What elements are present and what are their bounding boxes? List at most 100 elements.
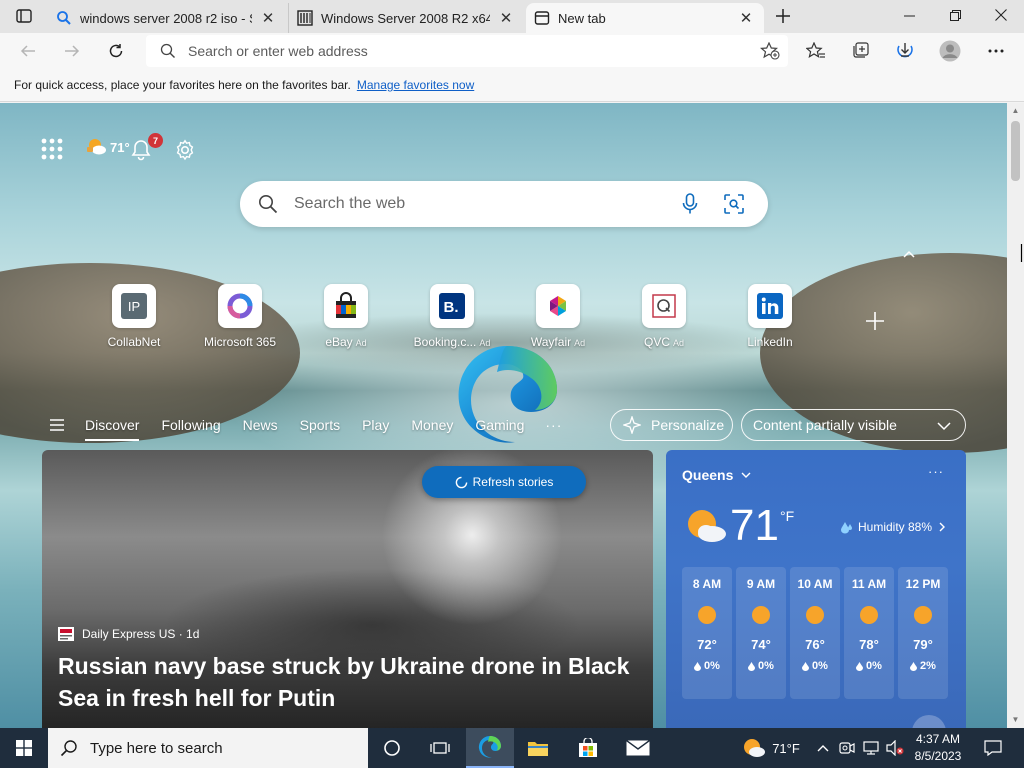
page-scrollbar[interactable]: ▲ ▼ bbox=[1007, 103, 1024, 728]
collections-button[interactable] bbox=[844, 37, 876, 65]
restore-button[interactable] bbox=[932, 0, 978, 30]
scroll-down-arrow-icon[interactable]: ▼ bbox=[1011, 715, 1020, 725]
start-button[interactable] bbox=[0, 728, 48, 768]
microsoft-store-button[interactable] bbox=[564, 728, 612, 768]
taskbar-search-input[interactable] bbox=[90, 739, 368, 757]
refresh-button[interactable] bbox=[102, 37, 130, 65]
meet-now-button[interactable] bbox=[836, 728, 858, 768]
close-tab-icon[interactable]: ✕ bbox=[736, 8, 756, 28]
add-favorite-button[interactable] bbox=[752, 37, 788, 65]
downloads-button[interactable] bbox=[889, 37, 921, 65]
cortana-button[interactable] bbox=[368, 728, 416, 768]
new-tab-button[interactable] bbox=[770, 4, 796, 28]
feed-tab-money[interactable]: Money bbox=[411, 417, 453, 433]
scroll-up-arrow-icon[interactable]: ▲ bbox=[1011, 106, 1020, 116]
voice-search-button[interactable] bbox=[668, 184, 712, 224]
weather-location-selector[interactable]: Queens bbox=[682, 467, 751, 483]
weather-mini-button[interactable]: 71° bbox=[86, 137, 130, 157]
feed-tab-news[interactable]: News bbox=[243, 417, 278, 433]
settings-and-more-button[interactable] bbox=[980, 37, 1012, 65]
favorites-button[interactable] bbox=[800, 37, 832, 65]
taskbar-edge-button[interactable] bbox=[466, 728, 514, 768]
forward-button[interactable] bbox=[58, 37, 86, 65]
sunny-icon bbox=[698, 606, 716, 624]
feed-more-button[interactable]: ··· bbox=[545, 417, 562, 433]
app-launcher-icon[interactable] bbox=[40, 137, 64, 161]
chevron-up-icon bbox=[817, 745, 829, 752]
microphone-icon bbox=[682, 193, 698, 214]
page-settings-gear-icon[interactable] bbox=[174, 139, 196, 161]
web-search-box[interactable] bbox=[240, 181, 768, 227]
collections-icon bbox=[853, 42, 869, 58]
hourly-forecast-item: 8 AM 72° 0% bbox=[682, 567, 732, 699]
weather-scroll-button[interactable] bbox=[912, 715, 946, 728]
weather-card[interactable]: Queens ··· 71 °F Humidity 88% 8 AM 72° 0… bbox=[666, 450, 966, 728]
quick-link-qvc[interactable]: QVC Ad bbox=[614, 284, 714, 349]
show-hidden-icons-button[interactable] bbox=[812, 728, 834, 768]
taskbar-search-box[interactable] bbox=[48, 728, 368, 768]
quick-link-label: LinkedIn bbox=[747, 335, 793, 349]
weather-more-button[interactable]: ··· bbox=[928, 464, 944, 479]
refresh-stories-label: Refresh stories bbox=[472, 475, 554, 489]
download-icon bbox=[897, 43, 913, 58]
ad-badge: Ad bbox=[574, 338, 586, 348]
refresh-icon bbox=[109, 44, 123, 58]
quick-link-collabnet[interactable]: IP CollabNet bbox=[84, 284, 184, 349]
taskbar-clock[interactable]: 4:37 AM 8/5/2023 bbox=[908, 731, 968, 765]
add-site-plus-icon[interactable] bbox=[864, 310, 886, 332]
quick-link-booking[interactable]: B. Booking.c... Ad bbox=[402, 284, 502, 349]
file-explorer-button[interactable] bbox=[514, 728, 562, 768]
task-view-icon bbox=[430, 742, 450, 754]
profile-button[interactable] bbox=[934, 37, 966, 65]
news-headline[interactable]: Russian navy base struck by Ukraine dron… bbox=[58, 650, 638, 714]
manage-favorites-link[interactable]: Manage favorites now bbox=[357, 78, 474, 92]
visual-search-button[interactable] bbox=[712, 184, 756, 224]
address-bar[interactable] bbox=[146, 35, 788, 67]
feed-tab-gaming[interactable]: Gaming bbox=[475, 417, 524, 433]
tab-actions-button[interactable] bbox=[8, 4, 40, 28]
search-icon bbox=[259, 195, 278, 214]
feed-menu-button[interactable] bbox=[40, 408, 74, 442]
humidity-link[interactable]: Humidity 88% bbox=[841, 520, 946, 534]
forecast-time: 9 AM bbox=[746, 577, 776, 591]
quick-link-wayfair[interactable]: Wayfair Ad bbox=[508, 284, 608, 349]
forecast-time: 12 PM bbox=[905, 577, 941, 591]
web-search-input[interactable] bbox=[294, 195, 668, 213]
network-button[interactable] bbox=[860, 728, 882, 768]
address-input[interactable] bbox=[188, 43, 752, 59]
feed-tab-sports[interactable]: Sports bbox=[300, 417, 340, 433]
quick-link-linkedin[interactable]: LinkedIn bbox=[720, 284, 820, 349]
quick-link-label: eBay bbox=[325, 335, 353, 349]
forecast-precip-value: 2% bbox=[920, 660, 936, 672]
close-tab-icon[interactable]: ✕ bbox=[258, 8, 278, 28]
news-source: Daily Express US · 1d bbox=[58, 627, 199, 641]
close-window-button[interactable] bbox=[978, 0, 1024, 30]
feed-tab-play[interactable]: Play bbox=[362, 417, 389, 433]
forecast-precip: 0% bbox=[802, 660, 828, 672]
task-view-button[interactable] bbox=[416, 728, 464, 768]
tab-search-results[interactable]: windows server 2008 r2 iso - Sea ✕ bbox=[48, 3, 286, 33]
feed-tab-following[interactable]: Following bbox=[161, 417, 220, 433]
scrollbar-thumb[interactable] bbox=[1011, 121, 1020, 181]
mail-button[interactable] bbox=[614, 728, 662, 768]
chevron-down-icon bbox=[741, 472, 751, 478]
feed-tab-discover[interactable]: Discover bbox=[85, 417, 140, 441]
minimize-button[interactable] bbox=[886, 0, 932, 30]
quick-link-ebay[interactable]: eBay Ad bbox=[296, 284, 396, 349]
content-visibility-dropdown[interactable]: Content partially visible bbox=[741, 409, 966, 441]
back-button[interactable] bbox=[14, 37, 42, 65]
close-tab-icon[interactable]: ✕ bbox=[496, 8, 516, 28]
taskbar-weather[interactable]: 71°F bbox=[738, 728, 804, 768]
more-dots-icon bbox=[988, 49, 1004, 53]
quick-link-microsoft-365[interactable]: Microsoft 365 bbox=[190, 284, 290, 349]
action-center-button[interactable] bbox=[978, 728, 1008, 768]
refresh-stories-button[interactable]: Refresh stories bbox=[422, 466, 586, 498]
forecast-temp: 72° bbox=[697, 637, 717, 652]
personalize-button[interactable]: Personalize bbox=[610, 409, 733, 441]
tab-iso-download[interactable]: Windows Server 2008 R2 x64.iso ✕ bbox=[288, 3, 524, 33]
volume-button[interactable] bbox=[884, 728, 906, 768]
microsoft-365-icon bbox=[218, 284, 262, 328]
tab-new-tab[interactable]: New tab ✕ bbox=[526, 3, 764, 33]
collapse-quick-links-icon[interactable] bbox=[902, 247, 916, 261]
tab-title: windows server 2008 r2 iso - Sea bbox=[80, 10, 252, 26]
